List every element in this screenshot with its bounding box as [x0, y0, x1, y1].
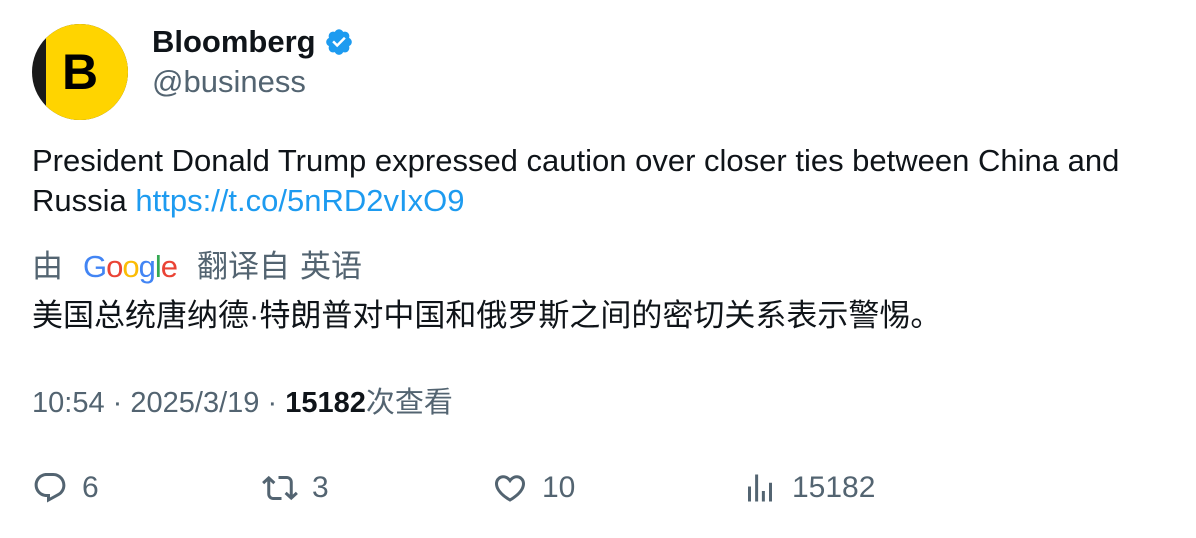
retweet-count: 3 — [312, 471, 329, 504]
source-language: 英语 — [300, 249, 363, 284]
tweet-text: President Donald Trump expressed caution… — [32, 141, 1172, 221]
translated-by-label: 由 — [32, 249, 63, 284]
verified-badge-icon — [324, 27, 354, 57]
reply-button[interactable]: 6 — [32, 470, 99, 506]
meta-separator: · — [112, 387, 123, 419]
like-button[interactable]: 10 — [492, 470, 575, 506]
author-name-row: Bloomberg — [152, 22, 354, 62]
tweet-date[interactable]: 2025/3/19 — [130, 387, 259, 419]
view-label: 次查看 — [365, 387, 453, 419]
translated-from-label: 翻译自 — [197, 249, 291, 284]
views-icon — [748, 474, 772, 502]
meta-separator: · — [267, 387, 278, 419]
retweet-button[interactable]: 3 — [262, 470, 329, 506]
reply-count: 6 — [82, 471, 99, 504]
tweet-time[interactable]: 10:54 — [32, 387, 105, 419]
translated-text: 美国总统唐纳德·特朗普对中国和俄罗斯之间的密切关系表示警惕。 — [32, 298, 942, 333]
avatar-letter: B — [62, 44, 99, 100]
translation-attribution: 由 Google 翻译自 英语 — [32, 246, 362, 288]
google-logo: Google — [83, 249, 178, 284]
views-count: 15182 — [792, 471, 876, 504]
author-handle[interactable]: @business — [152, 62, 306, 102]
tweet-meta: 10:54 · 2025/3/19 · 15182次查看 — [32, 383, 453, 423]
action-bar: 6 3 10 15182 — [0, 470, 1196, 514]
tweet-link[interactable]: https://t.co/5nRD2vIxO9 — [135, 183, 464, 218]
reply-icon — [34, 473, 66, 503]
like-count: 10 — [542, 471, 576, 504]
author-name[interactable]: Bloomberg — [152, 22, 316, 62]
views-button[interactable]: 15182 — [742, 470, 875, 506]
view-count: 15182 — [285, 387, 366, 419]
avatar[interactable]: B — [32, 24, 128, 120]
retweet-icon — [262, 475, 298, 501]
like-icon — [494, 475, 526, 502]
